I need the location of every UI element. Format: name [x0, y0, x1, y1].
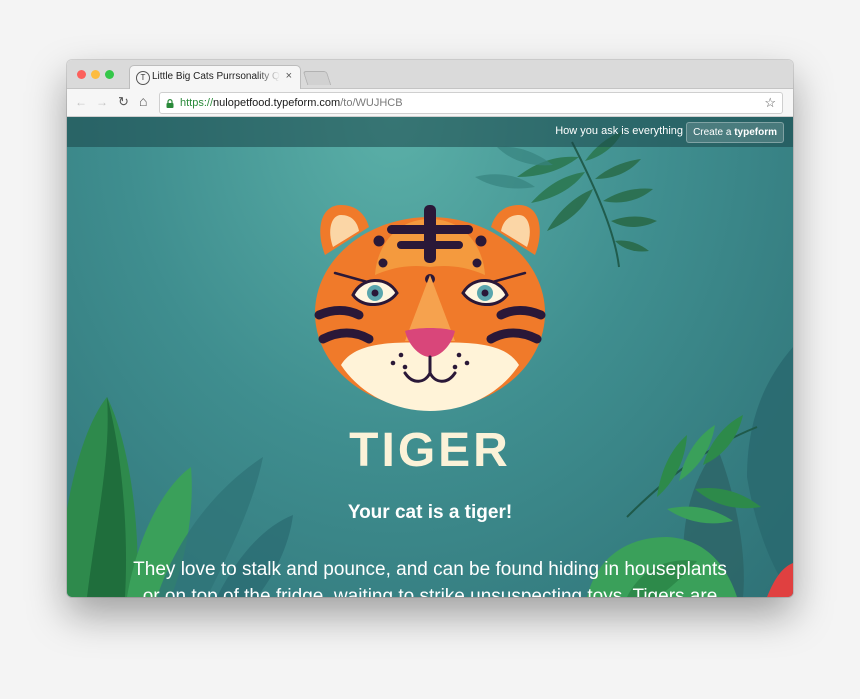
browser-toolbar: ← → ↻ ⌂ https://nulopetfood.typeform.com… — [67, 89, 793, 117]
result-heading: Your cat is a tiger! — [347, 502, 513, 523]
bookmark-star-icon[interactable]: ☆ — [764, 95, 776, 111]
reload-icon[interactable]: ↻ — [118, 95, 129, 109]
tab-strip: T Little Big Cats Purrsonality Quiz × — [67, 60, 793, 89]
maximize-window-button[interactable] — [105, 70, 114, 79]
create-typeform-brand: typeform — [734, 127, 777, 138]
browser-window: T Little Big Cats Purrsonality Quiz × ← … — [67, 60, 793, 597]
close-window-button[interactable] — [77, 70, 86, 79]
lock-icon — [166, 99, 174, 108]
forward-arrow-icon[interactable]: → — [96, 95, 108, 109]
typeform-tagline: How you ask is everything — [555, 125, 683, 137]
close-tab-icon[interactable]: × — [286, 70, 292, 82]
typeform-favicon-icon: T — [136, 71, 150, 85]
create-typeform-button[interactable]: Create a typeform — [686, 122, 784, 143]
minimize-window-button[interactable] — [91, 70, 100, 79]
tiger-face-illustration — [314, 205, 546, 411]
browser-tab[interactable]: T Little Big Cats Purrsonality Quiz × — [129, 65, 301, 89]
typeform-branding-bar: How you ask is everything Create a typef… — [67, 117, 793, 147]
quiz-result-page: How you ask is everything Create a typef… — [67, 117, 793, 597]
url-scheme: https:// — [180, 97, 214, 109]
home-icon[interactable]: ⌂ — [139, 94, 147, 108]
tab-title: Little Big Cats Purrsonality Quiz — [152, 71, 280, 82]
create-typeform-prefix: Create a — [693, 127, 732, 138]
result-description: They love to stalk and pounce, and can b… — [133, 559, 727, 597]
new-tab-button[interactable] — [302, 71, 332, 85]
result-animal-title: TIGER — [349, 424, 511, 477]
url-path: /to/WUJHCB — [340, 97, 403, 109]
address-bar[interactable]: https://nulopetfood.typeform.com/to/WUJH… — [159, 92, 783, 114]
url-text: https://nulopetfood.typeform.com/to/WUJH… — [180, 97, 403, 109]
url-host: nulopetfood.typeform.com — [213, 97, 341, 109]
back-arrow-icon[interactable]: ← — [75, 95, 87, 109]
